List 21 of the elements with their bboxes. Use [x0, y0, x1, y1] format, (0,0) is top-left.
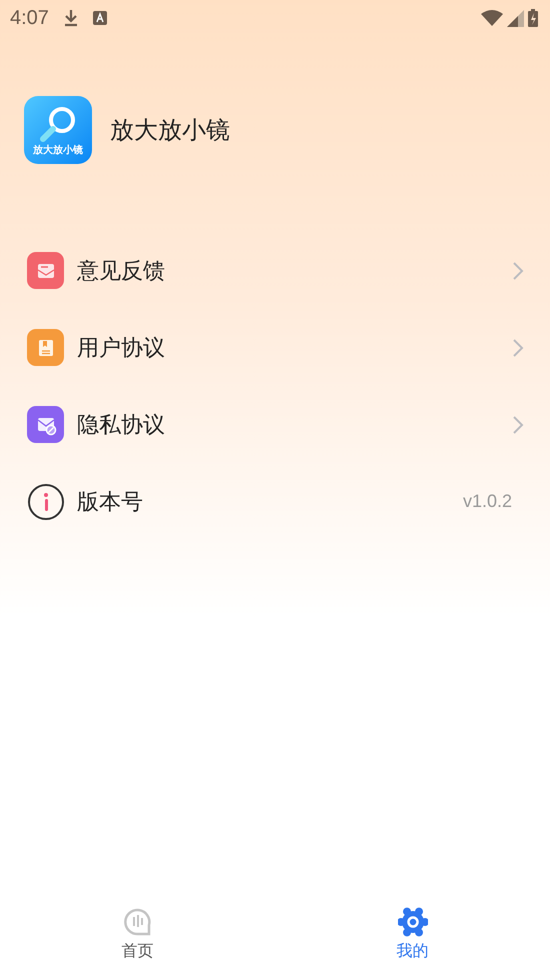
battery-icon: [528, 9, 538, 27]
chevron-right-icon[interactable]: [512, 414, 524, 434]
voice-bubble-icon: [122, 907, 152, 937]
keyboard-icon: [92, 11, 107, 25]
status-time: 4:07: [10, 6, 49, 30]
menu-label[interactable]: 意见反馈: [77, 256, 165, 286]
menu-label[interactable]: 用户协议: [77, 332, 165, 362]
nav-tab[interactable]: 首页: [0, 897, 275, 979]
app-name: 放大放小镜: [110, 115, 230, 146]
signal-icon: [507, 10, 524, 26]
gear-icon: [398, 907, 428, 937]
wifi-icon: [481, 10, 503, 26]
version-number: v1.0.2: [462, 491, 512, 512]
menu-label[interactable]: 隐私协议: [77, 410, 165, 440]
app-icon: 放大放小镜: [24, 96, 92, 164]
info-icon: [28, 484, 64, 520]
menu-label[interactable]: 版本号: [77, 486, 143, 516]
chevron-right-icon[interactable]: [512, 260, 524, 280]
download-icon: [62, 9, 79, 27]
chevron-right-icon[interactable]: [512, 338, 524, 358]
nav-tab[interactable]: 我的: [275, 897, 550, 979]
